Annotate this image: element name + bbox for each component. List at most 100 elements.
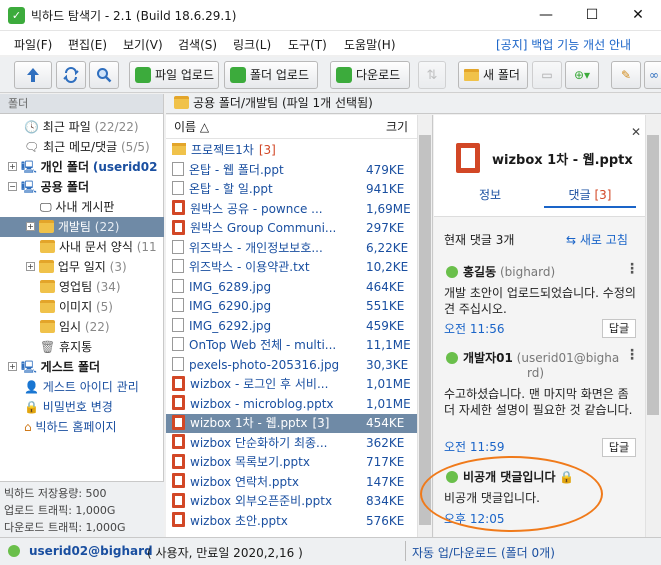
pptx-file-icon	[172, 219, 185, 235]
upload-file-button[interactable]: 파일 업로드	[129, 61, 219, 89]
file-row[interactable]: IMG_6290.jpg 551KE	[166, 297, 417, 316]
file-row[interactable]: 프로젝트1차 [3]	[166, 141, 417, 160]
minimize-button[interactable]: —	[523, 0, 569, 31]
file-name: wizbox 외부오픈준비.pptx	[172, 492, 360, 511]
status-bar: userid02@bighard ( 사용자, 만료일 2020,2,16 ) …	[0, 537, 661, 565]
details-scroll-thumb[interactable]	[647, 135, 659, 415]
menu-help[interactable]: 도움말(H)	[344, 36, 396, 53]
notice-link[interactable]: [공지] 백업 기능 개선 안내	[496, 36, 631, 53]
menu-tools[interactable]: 도구(T)	[288, 36, 327, 53]
tree-item-sales-team[interactable]: 영업팀 (34)	[0, 277, 164, 297]
expand-toggle[interactable]: +	[8, 162, 17, 171]
tree-item-temp[interactable]: 임시 (22)	[0, 317, 164, 337]
file-name-text: 온탑 - 웹 폴더.ppt	[189, 162, 284, 177]
link-change-password[interactable]: 🔒 비밀번호 변경	[0, 397, 164, 417]
pptx-file-icon	[172, 492, 185, 508]
folder-icon	[174, 95, 189, 109]
comment-header: 홍길동 (bighard)	[444, 263, 555, 280]
share-button[interactable]: ▭	[532, 61, 562, 89]
trash-icon: 🗑	[40, 340, 56, 354]
column-size-header[interactable]: 크기	[386, 115, 408, 139]
user-icon: 👤	[24, 380, 39, 394]
tree-item-dev-team[interactable]: + 개발팀 (22)	[0, 217, 164, 237]
expand-toggle[interactable]: +	[26, 222, 35, 231]
file-row[interactable]: wizbox 단순화하기 최종... 362KE	[166, 434, 417, 453]
file-row[interactable]: wizbox - 로그인 후 서비... 1,01ME	[166, 375, 417, 394]
home-icon: ⌂	[24, 420, 32, 434]
refresh-button[interactable]	[56, 61, 86, 89]
tree-item-shared-folder[interactable]: − 🖳 공용 폴더	[0, 177, 164, 197]
column-name-header[interactable]: 이름 △	[174, 115, 209, 139]
reply-button[interactable]: 답글	[602, 319, 636, 338]
search-button[interactable]	[89, 61, 119, 89]
tree-item-recent-files[interactable]: 🕓 최근 파일 (22/22)	[0, 117, 164, 137]
sync-button[interactable]: ⇅	[418, 61, 446, 89]
file-row[interactable]: wizbox 외부오픈준비.pptx 834KE	[166, 492, 417, 511]
file-name: 위즈박스 - 이용약관.txt	[172, 258, 360, 277]
expand-toggle[interactable]: +	[8, 362, 17, 371]
new-document-button[interactable]: ⊕▾	[565, 61, 599, 89]
close-details-icon[interactable]: ✕	[631, 125, 641, 139]
file-row[interactable]: wizbox 목록보기.pptx 717KE	[166, 453, 417, 472]
user-icon	[446, 351, 458, 364]
expand-toggle[interactable]: +	[26, 262, 35, 271]
file-row[interactable]: OnTop Web 전체 - multi... 11,1ME	[166, 336, 417, 355]
refresh-comments-link[interactable]: ⇆ 새로 고침	[566, 231, 628, 248]
file-row[interactable]: 원박스 Group Communi... 297KE	[166, 219, 417, 238]
file-row[interactable]: 온탑 - 웹 폴더.ppt 479KE	[166, 161, 417, 180]
tab-comments[interactable]: 댓글 [3]	[544, 182, 636, 208]
file-size: 11,1ME	[366, 338, 411, 352]
comment-menu-icon[interactable]: ⋮	[625, 262, 639, 276]
tree-item-personal-folder[interactable]: + 🖳 개인 폴더 (userid02	[0, 157, 164, 177]
menu-file[interactable]: 파일(F)	[14, 36, 52, 53]
download-button[interactable]: 다운로드	[330, 61, 410, 89]
link-guest-id-manage[interactable]: 👤 게스트 아이디 관리	[0, 377, 164, 397]
folder-icon	[40, 319, 55, 333]
tab-info[interactable]: 정보	[440, 182, 540, 208]
user-icon	[446, 265, 458, 278]
menu-link[interactable]: 링크(L)	[233, 36, 271, 53]
file-row[interactable]: IMG_6292.jpg 459KE	[166, 317, 417, 336]
upload-folder-button[interactable]: 폴더 업로드	[224, 61, 318, 89]
file-name-text: OnTop Web 전체 - multi...	[189, 338, 337, 352]
tree-item-label: 사내 문서 양식	[59, 240, 133, 254]
menu-edit[interactable]: 편집(E)	[68, 36, 107, 53]
tree-item-work-log[interactable]: + 업무 일지 (3)	[0, 257, 164, 277]
file-row[interactable]: wizbox - microblog.pptx 1,01ME	[166, 395, 417, 414]
comment-menu-icon[interactable]: ⋮	[625, 348, 639, 362]
tree-item-recent-memos[interactable]: 🗨 최근 메모/댓글 (5/5)	[0, 137, 164, 157]
link-homepage[interactable]: ⌂ 빅하드 홈페이지	[0, 417, 164, 437]
tree-item-images[interactable]: 이미지 (5)	[0, 297, 164, 317]
close-button[interactable]: ✕	[615, 0, 661, 31]
memo-icon: 🗨	[24, 140, 40, 154]
menu-view[interactable]: 보기(V)	[123, 36, 163, 53]
file-name-text: 위즈박스 - 개인정보보호...	[189, 240, 323, 255]
up-folder-button[interactable]	[14, 61, 52, 89]
file-row[interactable]: wizbox 1차 - 웹.pptx [3] 454KE	[166, 414, 417, 433]
file-row[interactable]: 원박스 공유 - powncе ... 1,69ME	[166, 200, 417, 219]
tree-item-bulletin[interactable]: 🖵 사내 게시판	[0, 197, 164, 217]
tree-item-guest-folder[interactable]: + 🖳 게스트 폴더	[0, 357, 164, 377]
file-row[interactable]: 위즈박스 - 개인정보보호... 6,22KE	[166, 239, 417, 258]
tree-item-doc-forms[interactable]: 사내 문서 양식 (11	[0, 237, 164, 257]
file-list-scroll-thumb[interactable]	[419, 135, 431, 525]
menu-search[interactable]: 검색(S)	[178, 36, 217, 53]
file-name-text: wizbox 목록보기.pptx	[190, 455, 310, 469]
file-size: 576KE	[366, 513, 405, 528]
file-name: 프로젝트1차 [3]	[172, 141, 360, 160]
file-row[interactable]: wizbox 연락처.pptx 147KE	[166, 473, 417, 492]
tree-item-trash[interactable]: 🗑 휴지통	[0, 337, 164, 357]
maximize-button[interactable]: ☐	[569, 0, 615, 31]
reply-button[interactable]: 답글	[602, 438, 636, 457]
file-name: wizbox - 로그인 후 서비...	[172, 375, 360, 394]
link-button[interactable]: ∞	[644, 61, 661, 89]
file-row[interactable]: 위즈박스 - 이용약관.txt 10,2KE	[166, 258, 417, 277]
file-row[interactable]: 온탑 - 할 일.ppt 941KE	[166, 180, 417, 199]
collapse-toggle[interactable]: −	[8, 182, 17, 191]
new-folder-button[interactable]: 새 폴더	[458, 61, 528, 89]
file-row[interactable]: wizbox 초안.pptx 576KE	[166, 512, 417, 531]
file-row[interactable]: IMG_6289.jpg 464KE	[166, 278, 417, 297]
edit-button[interactable]: ✎	[611, 61, 641, 89]
file-row[interactable]: pexels-photo-205316.jpg 30,3KE	[166, 356, 417, 375]
folder-panel-header: 폴더	[0, 94, 163, 114]
